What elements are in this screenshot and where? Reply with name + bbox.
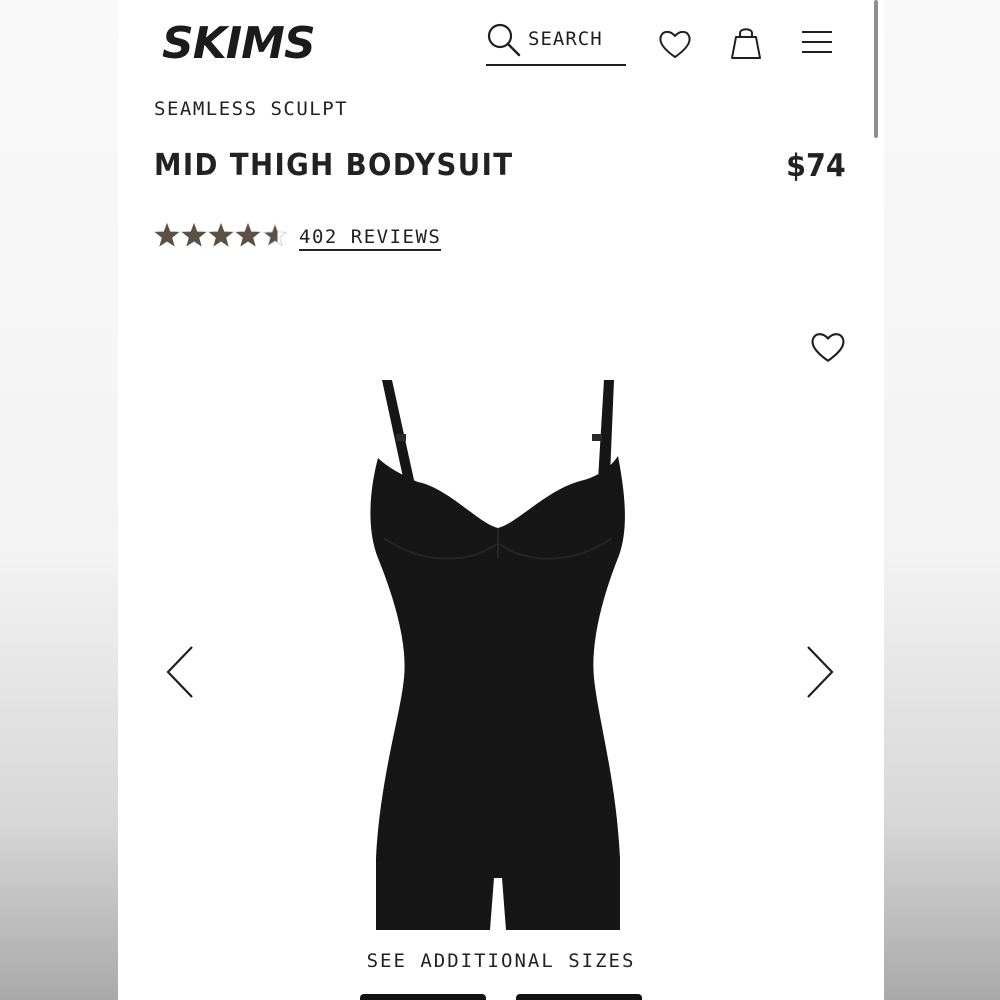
skims-logo[interactable]: SKIMS xyxy=(160,16,340,69)
star-icon xyxy=(181,222,207,247)
previous-image-button[interactable] xyxy=(162,644,198,704)
star-rating xyxy=(154,222,288,254)
menu-button[interactable] xyxy=(801,30,833,60)
save-to-wishlist-button[interactable] xyxy=(810,330,846,368)
product-collection: SEAMLESS SCULPT xyxy=(154,98,349,120)
product-page: SKIMS SEARCH SEAMLESS SCULPT MID THIGH B… xyxy=(118,0,884,1000)
search-icon xyxy=(487,23,521,57)
reviews-link[interactable]: 402 REVIEWS xyxy=(299,226,442,251)
star-icon xyxy=(154,222,180,247)
next-image-button[interactable] xyxy=(802,644,838,704)
wishlist-button[interactable] xyxy=(658,28,692,64)
heart-icon xyxy=(811,333,845,362)
search-button[interactable]: SEARCH xyxy=(486,20,626,66)
cart-button[interactable] xyxy=(730,25,762,65)
product-gallery xyxy=(118,300,884,1000)
background-left xyxy=(0,0,118,1000)
size-swatch[interactable] xyxy=(516,994,642,1000)
search-label: SEARCH xyxy=(528,28,603,50)
star-icon xyxy=(262,222,288,247)
background-right xyxy=(884,0,1000,1000)
star-icon xyxy=(208,222,234,247)
heart-icon xyxy=(659,30,691,58)
scrollbar[interactable] xyxy=(874,0,878,138)
additional-sizes-bar: SEE ADDITIONAL SIZES xyxy=(118,932,884,1000)
chevron-left-icon xyxy=(166,646,193,698)
product-price: $74 xyxy=(786,148,846,184)
star-icon xyxy=(235,222,261,247)
chevron-right-icon xyxy=(807,646,834,698)
product-image[interactable] xyxy=(348,338,648,942)
size-swatch[interactable] xyxy=(360,994,486,1000)
logo-text: SKIMS xyxy=(162,18,315,68)
menu-icon xyxy=(802,31,832,53)
see-additional-sizes-button[interactable]: SEE ADDITIONAL SIZES xyxy=(118,950,884,972)
product-title: MID THIGH BODYSUIT xyxy=(154,148,514,183)
shopping-bag-icon xyxy=(731,28,761,59)
